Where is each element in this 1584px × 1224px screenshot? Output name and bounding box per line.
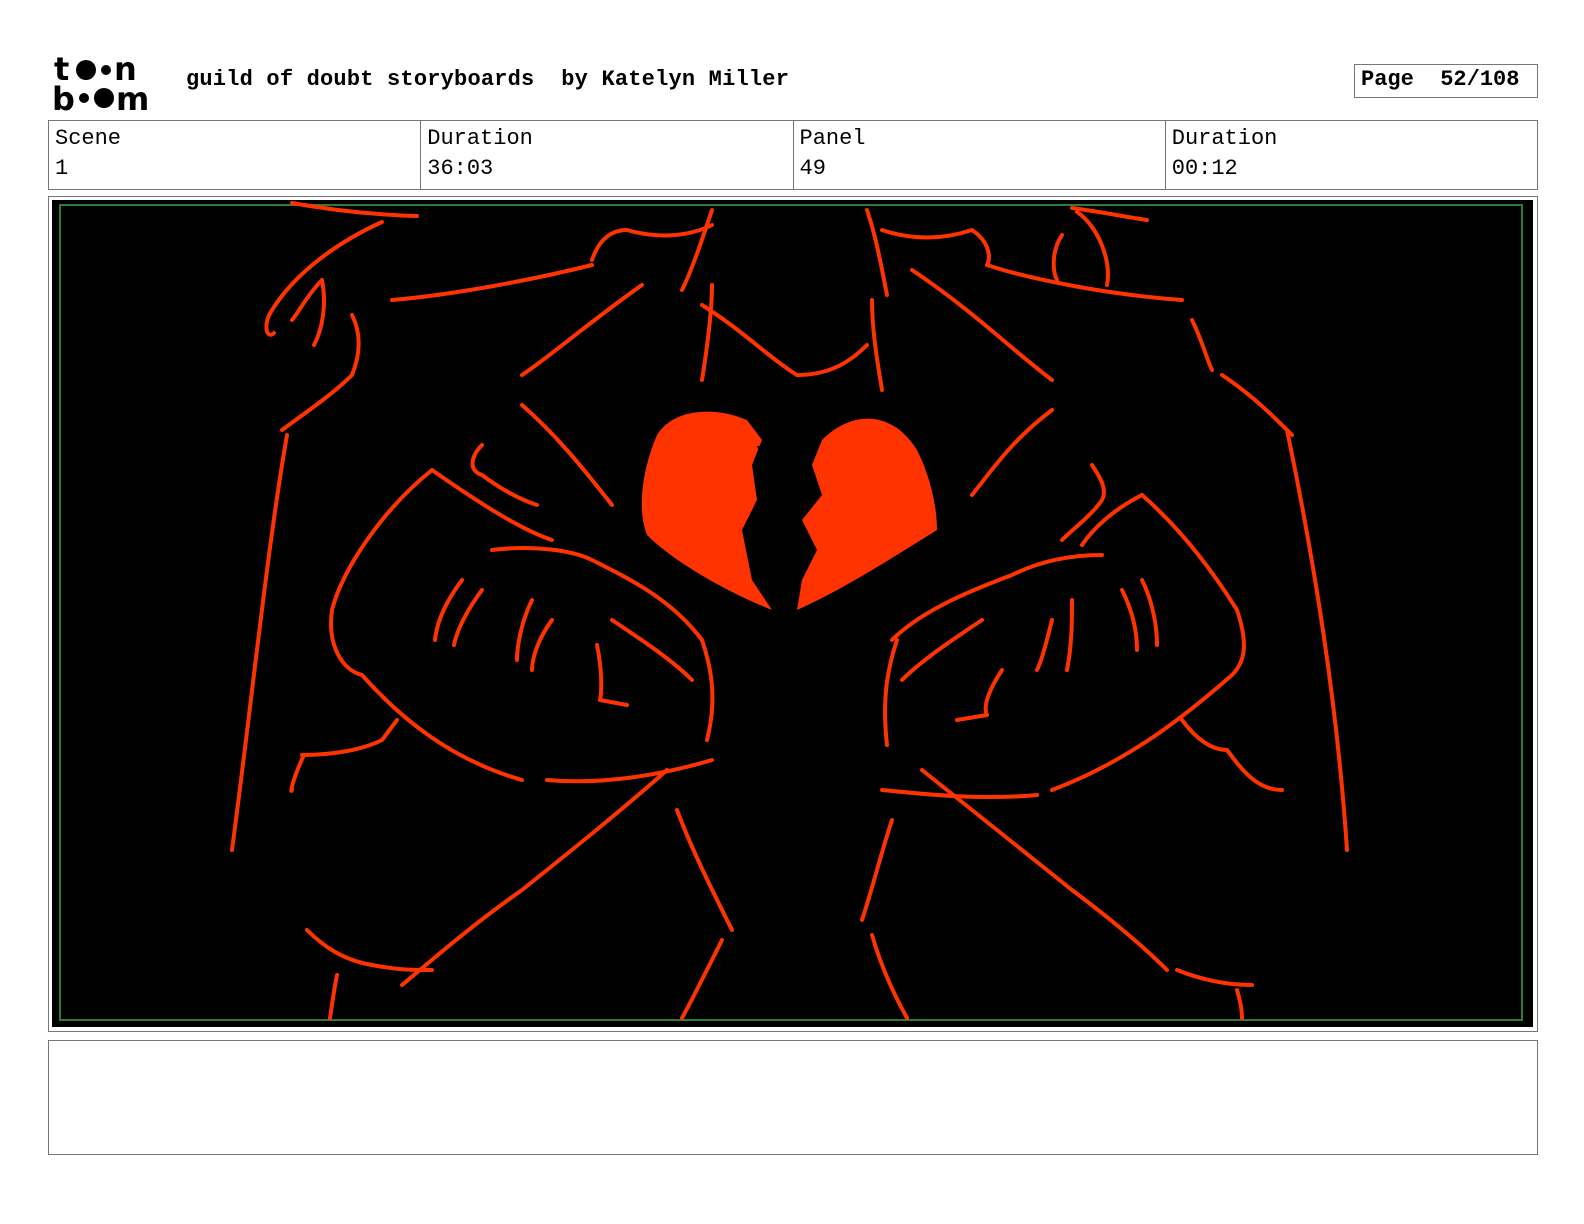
page-counter: Page 52/108	[1354, 64, 1538, 98]
notes-box	[48, 1040, 1538, 1155]
panel-drawing	[52, 200, 1533, 1027]
panel-value: 49	[799, 156, 826, 181]
panel-cell: Panel 49	[792, 121, 1165, 189]
panel-duration-label: Duration	[1171, 126, 1278, 151]
panel-label: Panel	[799, 126, 866, 151]
project-title: guild of doubt storyboards by Katelyn Mi…	[186, 67, 790, 92]
panel-background	[52, 200, 1533, 1027]
info-table: Scene 1 Duration 36:03 Panel 49 Duration…	[48, 120, 1538, 190]
scene-value: 1	[55, 156, 69, 181]
scene-label: Scene	[55, 126, 122, 151]
scene-cell: Scene 1	[49, 121, 420, 189]
scene-duration-label: Duration	[427, 126, 533, 151]
panel-duration-cell: Duration 00:12	[1164, 121, 1537, 189]
broken-heart-illustration	[52, 200, 1533, 1027]
svg-text:b: b	[52, 80, 75, 112]
svg-text:m: m	[116, 80, 149, 112]
toon-boom-logo: t n b m	[52, 50, 164, 118]
scene-duration-value: 36:03	[427, 156, 494, 181]
panel-frame	[48, 196, 1538, 1032]
panel-duration-value: 00:12	[1171, 156, 1238, 181]
scene-duration-cell: Duration 36:03	[420, 121, 792, 189]
